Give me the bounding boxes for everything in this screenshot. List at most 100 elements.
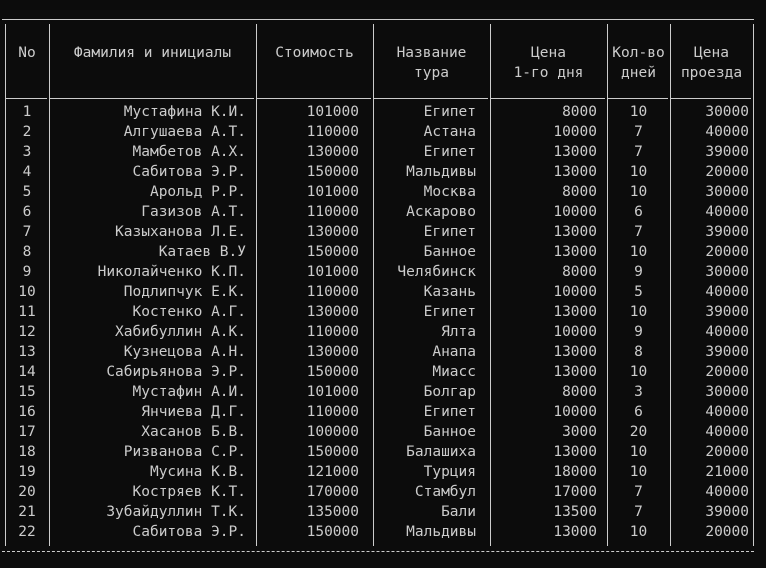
table-cell-cost: 150000 [306, 164, 359, 180]
table-cell-no: 20 [18, 484, 36, 500]
table-cell-cost: 150000 [306, 364, 359, 380]
table-cell-cost: 150000 [306, 444, 359, 460]
table-cell-travel: 40000 [705, 424, 749, 440]
table-cell-price: 13000 [553, 444, 597, 460]
table-cell-days: 7 [634, 124, 643, 140]
table-cell-price: 13500 [553, 504, 597, 520]
table-cell-cost: 110000 [306, 324, 359, 340]
header-underline [374, 98, 488, 99]
table-cell-travel: 20000 [705, 444, 749, 460]
table-cell-price: 10000 [553, 324, 597, 340]
table-cell-travel: 20000 [705, 244, 749, 260]
table-cell-price: 10000 [553, 204, 597, 220]
table-cell-cost: 130000 [306, 344, 359, 360]
table-cell-name: Костенко А.Г. [132, 304, 247, 320]
table-column-rule [670, 24, 671, 546]
table-cell-days: 3 [634, 384, 643, 400]
table-cell-tour: Мальдивы [406, 164, 476, 180]
table-cell-tour: Аскарово [406, 204, 476, 220]
table-cell-cost: 130000 [306, 144, 359, 160]
table-cell-travel: 30000 [705, 104, 749, 120]
header-underline [6, 98, 47, 99]
table-cell-no: 16 [18, 404, 36, 420]
table-cell-cost: 101000 [306, 264, 359, 280]
table-cell-price: 10000 [553, 124, 597, 140]
table-cell-no: 7 [22, 224, 32, 240]
table-cell-tour: Балашиха [406, 444, 476, 460]
table-cell-name: Кузнецова А.Н. [123, 344, 246, 360]
table-cell-name: Хабибуллин А.К. [115, 324, 246, 340]
table-cell-tour: Египет [423, 224, 476, 240]
table-cell-tour: Болгар [423, 384, 476, 400]
table-cell-days: 10 [629, 464, 648, 480]
table-cell-cost: 110000 [306, 204, 359, 220]
column-header-travel: проезда [680, 65, 743, 81]
column-header-no: No [18, 45, 36, 61]
table-cell-tour: Египет [423, 404, 476, 420]
table-cell-name: Казыханова Л.Е. [115, 224, 246, 240]
table-cell-name: Газизов А.Т. [141, 204, 246, 220]
table-cell-cost: 150000 [306, 244, 359, 260]
table-cell-cost: 110000 [306, 124, 359, 140]
table-cell-cost: 101000 [306, 104, 359, 120]
table-cell-travel: 40000 [705, 404, 749, 420]
table-cell-price: 13000 [553, 524, 597, 540]
table-column-rule [373, 24, 374, 546]
table-cell-travel: 39000 [705, 504, 749, 520]
table-cell-price: 13000 [553, 344, 597, 360]
table-cell-days: 10 [629, 244, 648, 260]
table-column-rule [490, 24, 491, 546]
table-cell-no: 10 [18, 284, 36, 300]
table-cell-days: 10 [629, 104, 648, 120]
header-underline [671, 98, 751, 99]
column-header-cost: Стоимость [275, 45, 354, 61]
table-cell-cost: 170000 [306, 484, 359, 500]
column-header-name: Фамилия и инициалы [73, 45, 232, 61]
table-column-rule [753, 24, 754, 546]
table-cell-travel: 39000 [705, 344, 749, 360]
table-cell-cost: 101000 [306, 384, 359, 400]
table-cell-travel: 40000 [705, 284, 749, 300]
table-cell-days: 7 [634, 504, 643, 520]
table-cell-tour: Бали [441, 504, 476, 520]
table-cell-name: Мустафина К.И. [123, 104, 246, 120]
table-cell-no: 21 [18, 504, 36, 520]
table-cell-no: 5 [22, 184, 32, 200]
header-underline [50, 98, 254, 99]
table-cell-cost: 101000 [306, 184, 359, 200]
table-cell-travel: 30000 [705, 384, 749, 400]
table-cell-no: 15 [18, 384, 36, 400]
table-cell-travel: 20000 [705, 524, 749, 540]
table-cell-name: Костряев К.Т. [132, 484, 247, 500]
table-cell-price: 13000 [553, 244, 597, 260]
table-cell-no: 11 [18, 304, 36, 320]
terminal-window: No Фамилия и инициалы Стоимость Название тур… [0, 0, 766, 568]
table-cell-name: Мустафин А.И. [132, 384, 247, 400]
table-cell-tour: Египет [423, 304, 476, 320]
table-cell-days: 10 [629, 364, 648, 380]
table-cell-cost: 150000 [306, 524, 359, 540]
table-cell-travel: 40000 [705, 124, 749, 140]
table-cell-name: Сабитова Э.Р. [132, 164, 247, 180]
table-cell-travel: 40000 [705, 484, 749, 500]
column-header-days: дней [621, 65, 656, 81]
table-cell-cost: 121000 [306, 464, 359, 480]
table-cell-price: 13000 [553, 144, 597, 160]
table-cell-price: 10000 [553, 404, 597, 420]
table-cell-no: 9 [22, 264, 32, 280]
table-cell-price: 13000 [553, 304, 597, 320]
table-cell-name: Арольд Р.Р. [149, 184, 246, 200]
table-cell-price: 13000 [553, 364, 597, 380]
table-cell-tour: Турция [423, 464, 476, 480]
header-underline [608, 98, 668, 99]
table-cell-no: 4 [22, 164, 32, 180]
table-cell-name: Мусина К.В. [149, 464, 246, 480]
table-cell-no: 3 [22, 144, 32, 160]
table-cell-tour: Стамбул [414, 484, 476, 500]
table-cell-tour: Челябинск [397, 264, 476, 280]
table-cell-name: Янчиева Д.Г. [141, 404, 246, 420]
table-cell-tour: Анапа [432, 344, 476, 360]
table-cell-price: 17000 [553, 484, 597, 500]
table-cell-tour: Казань [423, 284, 476, 300]
table-cell-tour: Мальдивы [406, 524, 476, 540]
